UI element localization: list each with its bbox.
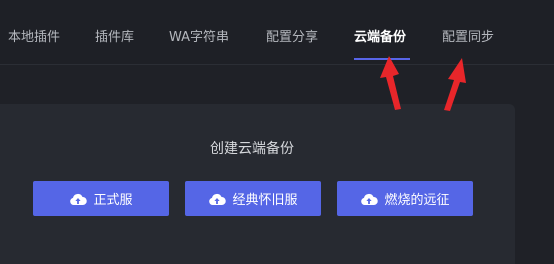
annotation-arrow-config-sync bbox=[444, 58, 466, 111]
annotation-arrow-cloud-backup bbox=[380, 56, 401, 110]
annotation-arrows bbox=[380, 56, 466, 111]
